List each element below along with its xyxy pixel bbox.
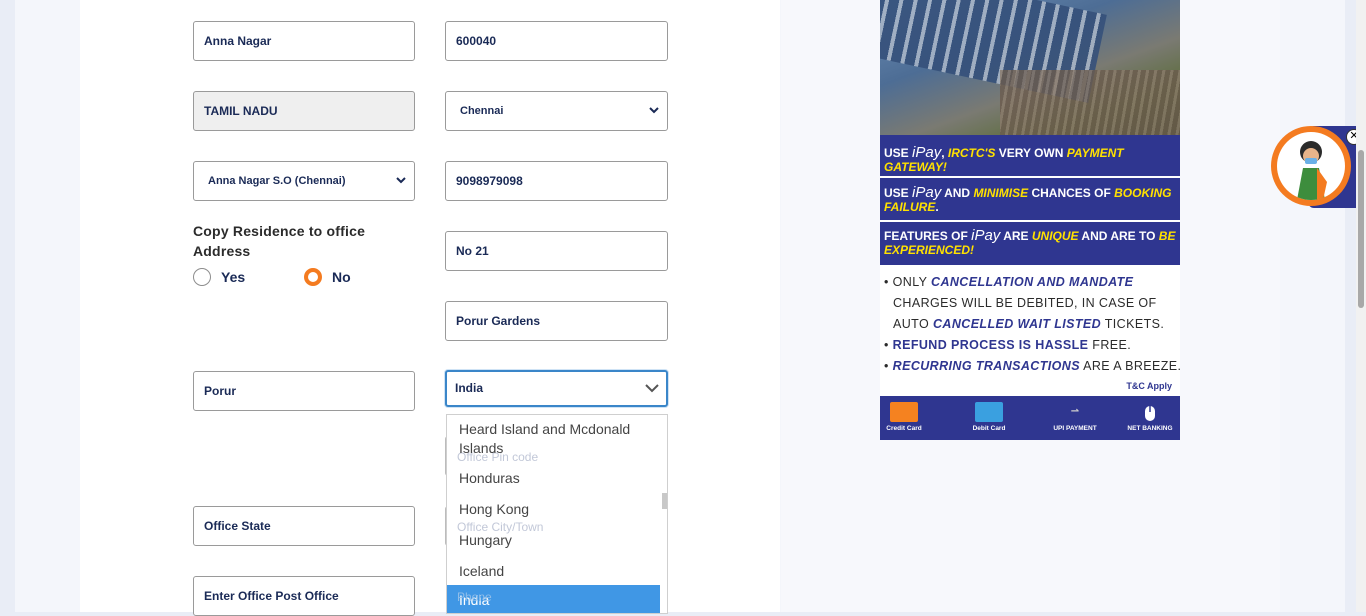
office-post-office-value: Enter Office Post Office [204,589,339,603]
residence-area-value: Anna Nagar [204,34,272,48]
office-state-value: Office State [204,519,271,533]
country-option[interactable]: Hungary [459,532,512,548]
ad-payment-strip: Credit Card Debit Card ⇀ UPI PAYMENT NET… [880,396,1180,440]
residence-post-office-select[interactable]: Anna Nagar S.O (Chennai) [193,161,415,201]
radio-no-label: No [332,269,351,285]
office-country-value: India [455,381,484,395]
chevron-down-icon [644,372,660,405]
residence-city-select[interactable]: Chennai [445,91,668,131]
credit-card-option: Credit Card [880,402,934,432]
radio-no-circle[interactable] [304,268,322,286]
train-photo [880,0,1180,135]
residence-post-office-value: Anna Nagar S.O (Chennai) [208,175,346,187]
ad-line-5: • RECURRING TRANSACTIONS ARE A BREEZE. [884,359,1180,373]
residence-state-field: TAMIL NADU [193,91,415,131]
residence-city-value: Chennai [460,105,504,117]
ad-line-1: • ONLY CANCELLATION AND MANDATE [884,275,1134,289]
ad-divider [880,220,1180,222]
residence-state-value: TAMIL NADU [204,104,278,118]
office-street-field[interactable]: Porur Gardens [445,301,668,341]
radio-no[interactable]: No [304,266,351,288]
ad-line-4: • REFUND PROCESS IS HASSLE FREE. [884,338,1132,352]
upi-option: ⇀ UPI PAYMENT [1045,402,1105,432]
chevron-down-icon [649,92,659,130]
ipay-advertisement[interactable]: USE iPay, IRCTC'S VERY OWN PAYMENT GATEW… [880,0,1180,440]
assistant-icon [1277,132,1345,200]
tc-apply-label: T&C Apply [1126,381,1172,391]
country-option[interactable]: Hong Kong [459,501,529,517]
chatbot-avatar[interactable] [1271,126,1351,206]
office-flat-field[interactable]: No 21 [445,231,668,271]
country-option[interactable]: Honduras [459,470,520,486]
ad-band-1: USE iPay, IRCTC'S VERY OWN PAYMENT GATEW… [884,144,1124,174]
ad-line-2: CHARGES WILL BE DEBITED, IN CASE OF [893,296,1157,310]
net-banking-option: NET BANKING [1120,402,1180,432]
office-area-value: Porur [204,384,237,398]
office-area-field[interactable]: Porur [193,371,415,411]
ad-band-3: FEATURES OF iPay ARE UNIQUE AND ARE TO B… [884,227,1176,257]
dropdown-scrollbar[interactable] [662,493,667,509]
country-dropdown-list[interactable]: Office Pin code Office City/Town Heard I… [446,414,668,614]
office-state-field[interactable]: Office State [193,506,415,546]
office-country-select[interactable]: India [445,370,668,407]
debit-card-option: Debit Card [959,402,1019,432]
mouse-icon [1136,402,1164,422]
office-flat-value: No 21 [456,244,489,258]
chatbot-widget[interactable]: ✕ [1268,126,1366,212]
form-panel [80,0,780,612]
residence-pin-field[interactable]: 600040 [445,21,668,61]
chevron-down-icon [396,162,406,200]
residence-pin-value: 600040 [456,34,497,48]
radio-yes-circle[interactable] [193,268,211,286]
copy-address-label: Copy Residence to office Address [193,223,366,259]
radio-yes[interactable]: Yes [193,266,245,288]
office-street-value: Porur Gardens [456,314,541,328]
residence-area-field[interactable]: Anna Nagar [193,21,415,61]
debit-card-icon [975,402,1003,422]
phone-placeholder: Phone [457,590,492,604]
credit-card-icon [890,402,918,422]
country-option[interactable]: Heard Island and Mcdonald Islands [459,420,649,458]
radio-yes-label: Yes [221,269,246,285]
page-scrollbar[interactable] [1356,0,1366,612]
upi-icon: ⇀ [1070,406,1080,417]
office-post-office-field[interactable]: Enter Office Post Office [193,576,415,616]
phone-field[interactable]: 9098979098 [445,161,668,201]
phone-value: 9098979098 [456,174,523,188]
ad-divider [880,176,1180,178]
train-rails-shape [1000,70,1180,135]
country-option[interactable]: Iceland [459,563,504,579]
ad-band-2: USE iPay AND MINIMISE CHANCES OF BOOKING… [884,184,1172,214]
ad-line-3: AUTO CANCELLED WAIT LISTED TICKETS. [893,317,1165,331]
page-scrollbar-thumb[interactable] [1358,150,1364,308]
